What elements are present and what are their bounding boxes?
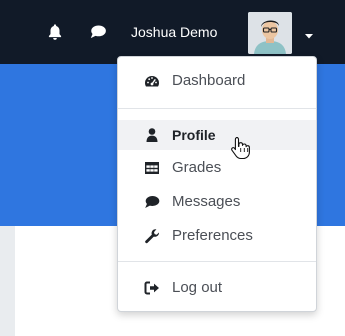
menu-divider bbox=[118, 261, 316, 262]
user-icon bbox=[143, 127, 161, 143]
page: Joshua Demo Dashboard Profile Grades Mes… bbox=[0, 0, 345, 336]
menu-item-label: Profile bbox=[172, 127, 216, 143]
wrench-icon bbox=[143, 228, 161, 244]
menu-item-label: Grades bbox=[172, 159, 222, 176]
user-name[interactable]: Joshua Demo bbox=[131, 23, 217, 41]
avatar[interactable] bbox=[248, 12, 292, 54]
menu-item-grades[interactable]: Grades bbox=[118, 153, 316, 183]
messages-button[interactable] bbox=[86, 20, 110, 44]
notifications-button[interactable] bbox=[43, 20, 67, 44]
menu-item-label: Dashboard bbox=[172, 72, 246, 89]
menu-item-log-out[interactable]: Log out bbox=[118, 273, 316, 303]
top-navbar: Joshua Demo bbox=[0, 0, 345, 64]
chat-bubble-icon bbox=[90, 25, 106, 39]
menu-item-messages[interactable]: Messages bbox=[118, 187, 316, 217]
menu-item-label: Messages bbox=[172, 193, 241, 210]
menu-divider bbox=[118, 108, 316, 109]
table-icon bbox=[143, 160, 161, 176]
menu-item-profile[interactable]: Profile bbox=[118, 120, 316, 150]
menu-item-label: Preferences bbox=[172, 227, 253, 244]
menu-item-dashboard[interactable]: Dashboard bbox=[118, 66, 316, 96]
menu-item-label: Log out bbox=[172, 279, 223, 296]
comment-icon bbox=[143, 194, 161, 210]
menu-item-preferences[interactable]: Preferences bbox=[118, 221, 316, 251]
user-menu-dropdown: Dashboard Profile Grades Messages Prefer… bbox=[117, 56, 317, 312]
avatar-image bbox=[248, 12, 292, 54]
bell-icon bbox=[48, 24, 62, 40]
user-menu-toggle[interactable] bbox=[303, 28, 315, 39]
caret-down-icon bbox=[305, 34, 313, 39]
sign-out-icon bbox=[143, 280, 161, 296]
tachometer-icon bbox=[143, 73, 161, 89]
